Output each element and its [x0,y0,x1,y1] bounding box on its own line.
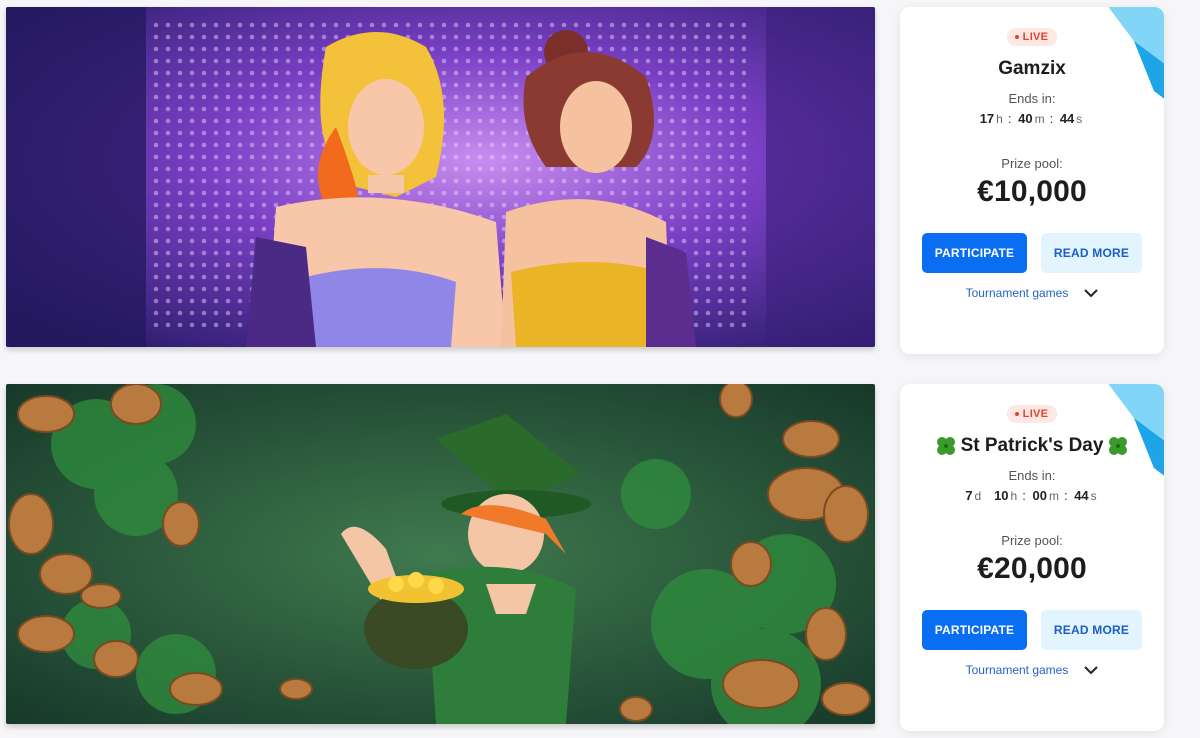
tournament-title: Gamzix [998,58,1066,79]
chevron-down-icon [1084,288,1099,297]
tournament-games-toggle[interactable]: Tournament games [900,663,1164,677]
timer-hours-unit: h [1010,489,1018,504]
live-badge: LIVE [1006,405,1058,423]
chevron-down-icon [1084,665,1099,674]
prize-pool-label: Prize pool: [1001,156,1063,171]
live-badge: LIVE [1006,28,1058,46]
timer-hours: 10 [994,488,1009,504]
participate-button[interactable]: PARTICIPATE [922,233,1027,273]
four-leaf-clover-icon [1109,437,1128,455]
tournament-card-st-patricks-day: LIVE St Patrick's Day Ends in: 7d 10 h: 0… [900,384,1164,731]
read-more-button[interactable]: READ MORE [1041,233,1142,273]
tournament-games-label: Tournament games [965,663,1069,678]
timer-minutes: 40 [1018,111,1033,126]
tournament-games-label: Tournament games [965,286,1069,300]
banner-illustration [6,7,875,347]
timer-hours: 17 [979,111,995,126]
tournament-card-gamzix: LIVE Gamzix Ends in: 17 h: 40 m: 44 s Prize… [900,7,1164,354]
four-leaf-clover-icon [936,437,955,455]
read-more-button[interactable]: READ MORE [1041,610,1142,651]
tournament-banner-st-patricks-day[interactable] [6,384,875,724]
prize-pool-label: Prize pool: [1001,533,1063,549]
tournament-games-toggle[interactable]: Tournament games [900,286,1164,300]
participate-button[interactable]: PARTICIPATE [922,610,1027,651]
tournament-title: St Patrick's Day [960,435,1104,457]
prize-pool-amount: €20,000 [977,552,1087,586]
timer-minutes-unit: m [1048,489,1059,504]
live-dot-icon [1014,412,1019,417]
timer-days-unit: d [974,489,982,504]
tournament-banner-gamzix[interactable] [6,7,875,347]
timer-minutes-unit: m [1034,112,1045,126]
live-dot-icon [1014,35,1019,40]
timer-hours-unit: h [996,112,1003,126]
tournament-title-row: St Patrick's Day [900,435,1164,457]
live-label: LIVE [1022,408,1049,420]
banner-illustration [6,384,875,724]
timer-days: 7 [965,488,973,504]
prize-pool-amount: €10,000 [977,175,1087,208]
timer-minutes: 00 [1032,488,1047,504]
live-label: LIVE [1022,31,1049,43]
